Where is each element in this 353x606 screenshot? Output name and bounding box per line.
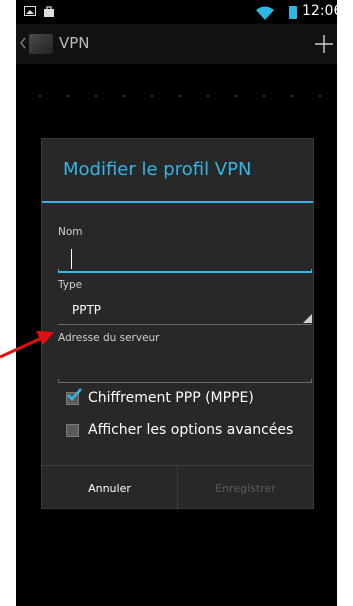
field-tick-left (58, 269, 59, 273)
checkmark-icon (67, 388, 82, 401)
dialog-title: Modifier le profil VPN (63, 159, 252, 180)
type-spinner[interactable]: PPTP (58, 299, 312, 325)
field-underline (58, 382, 312, 383)
field-tick-right (311, 269, 312, 273)
encryption-label: Chiffrement PPP (MPPE) (88, 390, 254, 406)
edit-vpn-profile-dialog: Modifier le profil VPN Nom Type PPTP Adr… (41, 138, 314, 510)
name-field[interactable] (58, 247, 312, 273)
server-address-field[interactable] (58, 357, 312, 383)
back-icon[interactable] (19, 37, 27, 49)
app-icon[interactable] (29, 34, 53, 54)
text-cursor (71, 249, 72, 269)
server-label: Adresse du serveur (58, 332, 160, 344)
status-time: 12:06 (302, 3, 343, 19)
dropdown-corner-icon (303, 314, 312, 323)
field-tick-left (58, 379, 59, 383)
name-label: Nom (58, 226, 83, 238)
dialog-button-bar: Annuler Enregistrer (42, 465, 313, 510)
save-button[interactable]: Enregistrer (178, 466, 313, 510)
type-value: PPTP (72, 303, 102, 317)
shopping-bag-icon (44, 6, 54, 17)
phone-screen: 12:06 VPN Modifier le profil VPN Nom Typ… (16, 0, 342, 606)
spinner-underline (58, 324, 312, 325)
title-divider (42, 201, 313, 203)
action-bar-title: VPN (59, 34, 90, 52)
list-divider (16, 94, 337, 98)
battery-icon (289, 6, 297, 19)
cancel-button[interactable]: Annuler (42, 466, 177, 510)
type-label: Type (58, 279, 83, 291)
field-underline (58, 271, 312, 273)
advanced-options-label: Afficher les options avancées (88, 422, 294, 438)
advanced-options-checkbox[interactable] (66, 424, 79, 437)
add-icon[interactable] (315, 35, 333, 53)
field-tick-right (311, 379, 312, 383)
wifi-icon (256, 6, 274, 20)
action-bar: VPN (16, 24, 337, 64)
status-bar: 12:06 (16, 0, 342, 24)
image-icon (24, 6, 36, 16)
